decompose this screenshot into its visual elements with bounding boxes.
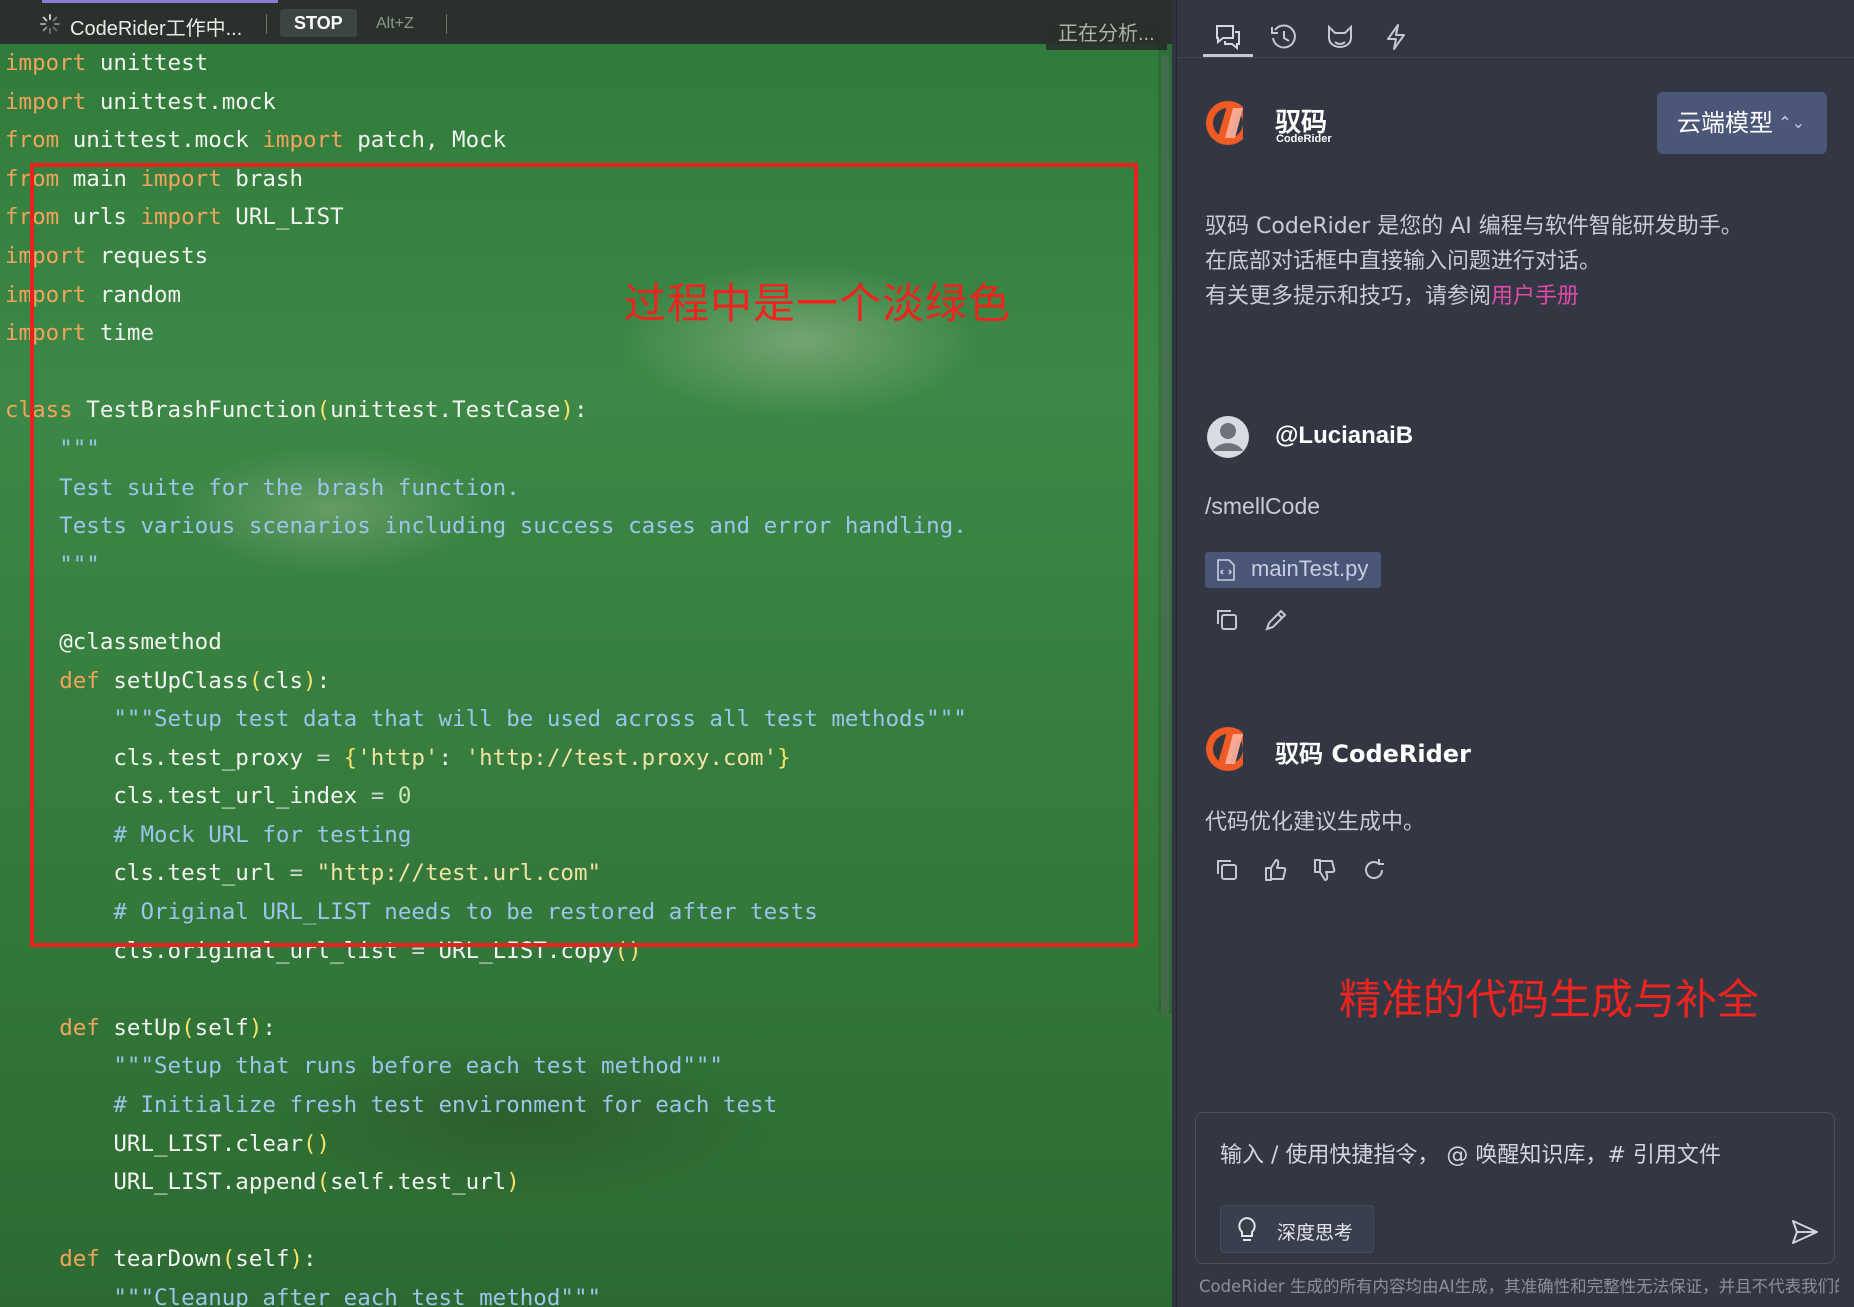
tab-separator [446,14,447,34]
coderider-bot-logo [1206,726,1257,772]
intro-text: 有关更多提示和技巧，请参阅 [1205,284,1492,309]
deep-think-label: 深度思考 [1277,1222,1354,1244]
user-command: /smellCode [1205,493,1321,519]
user-manual-link[interactable]: 用户手册 [1491,284,1579,309]
model-select-button[interactable]: 云端模型 ⌃⌄ [1657,92,1827,154]
chat-icon[interactable] [1213,22,1243,52]
intro-line: 驭码 CodeRider 是您的 AI 编程与软件智能研发助手。 [1205,214,1743,239]
code-line: URL_LIST.clear() [5,1130,331,1157]
bulb-icon [1238,1216,1256,1241]
file-chip[interactable]: mainTest.py [1205,552,1381,588]
chevron-updown-icon: ⌃⌄ [1778,113,1805,132]
editor-annotation: 过程中是一个淡绿色 [624,279,1012,328]
chat-input-box[interactable]: 输入 / 使用快捷指令， @ 唤醒知识库，# 引用文件 深度思考 [1195,1112,1835,1264]
code-line: import unittest [5,50,209,76]
thumbs-up-icon[interactable] [1262,856,1290,884]
code-line: import unittest.mock [5,88,276,115]
brand-subtitle: CodeRider [1276,133,1332,145]
model-select-label: 云端模型 [1677,109,1773,137]
deep-think-button[interactable]: 深度思考 [1220,1205,1374,1253]
code-line: from unittest.mock import patch, Mock [5,127,507,154]
panel-annotation: 精准的代码生成与补全 [1339,975,1760,1024]
panel-toolbar [1177,0,1854,58]
spinner-icon [40,14,60,34]
active-toolbar-indicator [1203,54,1253,57]
disclaimer-text: CodeRider 生成的所有内容均由AI生成，其准确性和完整性无法保证，并且不… [1199,1277,1839,1296]
analyzing-status: 正在分析... [1046,18,1167,50]
cat-icon[interactable] [1325,22,1355,52]
editor-tab-bar: CodeRider工作中... STOP Alt+Z [0,0,1172,44]
file-chip-name: mainTest.py [1251,556,1369,581]
code-line: def setUp(self): [59,1014,276,1041]
code-line: def tearDown(self): [59,1246,317,1273]
code-line: # Initialize fresh test environment for … [113,1092,778,1119]
active-tab-indicator [42,0,278,3]
bot-message: 代码优化建议生成中。 [1205,810,1426,835]
history-icon[interactable] [1269,22,1299,52]
lightning-icon[interactable] [1381,22,1411,52]
copy-icon[interactable] [1213,856,1241,884]
editor-scrollbar-thumb[interactable] [1161,55,1169,1015]
editor-tab-title[interactable]: CodeRider工作中... [70,12,242,41]
stop-button[interactable]: STOP [280,9,357,37]
copy-icon[interactable] [1213,606,1241,634]
thumbs-down-icon[interactable] [1311,856,1339,884]
edit-icon[interactable] [1262,606,1290,634]
user-avatar-icon [1207,416,1249,458]
shortcut-hint: Alt+Z [376,15,414,32]
file-icon [1217,559,1235,581]
refresh-icon[interactable] [1360,856,1388,884]
intro-line: 在底部对话框中直接输入问题进行对话。 [1205,249,1602,274]
code-editor[interactable]: CodeRider工作中... STOP Alt+Z 正在分析... impor… [0,0,1172,1307]
coderider-logo [1206,100,1257,146]
code-line: URL_LIST.append(self.test_url) [5,1169,520,1196]
chat-input-placeholder[interactable]: 输入 / 使用快捷指令， @ 唤醒知识库，# 引用文件 [1220,1137,1721,1169]
user-name: @LucianaiB [1275,422,1414,449]
tab-separator [266,14,267,34]
coderider-panel: 驭码 CodeRider 云端模型 ⌃⌄ 驭码 CodeRider 是您的 AI… [1176,0,1854,1307]
intro-line: 有关更多提示和技巧，请参阅用户手册 [1205,278,1579,310]
code-line: """Setup that runs before each test meth… [113,1053,723,1080]
send-icon[interactable] [1790,1217,1820,1247]
bot-name: 驭码 CodeRider [1275,740,1471,768]
code-line: """Cleanup after each test method""" [113,1285,602,1307]
